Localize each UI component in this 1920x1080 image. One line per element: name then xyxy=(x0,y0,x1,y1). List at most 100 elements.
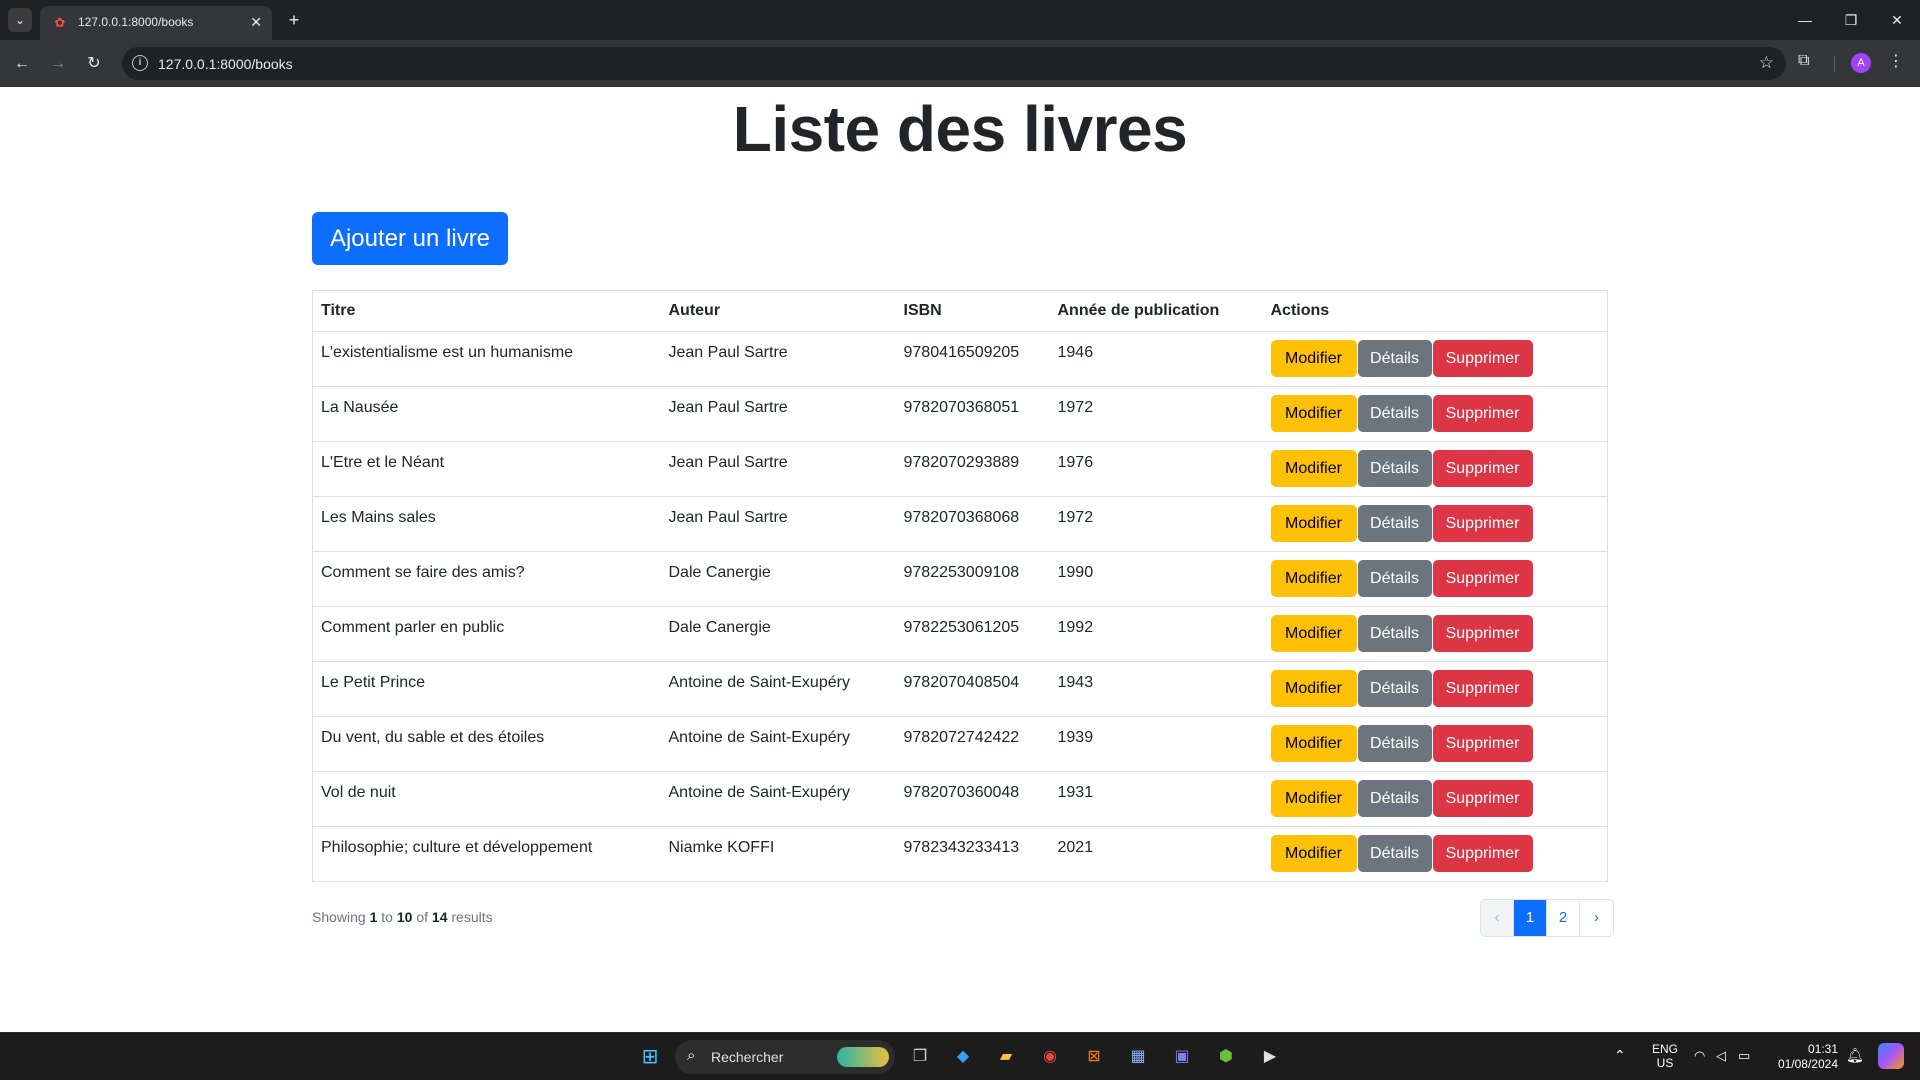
page-title: Liste des livres xyxy=(732,93,1188,165)
window-close-icon[interactable]: ✕ xyxy=(1882,8,1912,32)
tray-chevron-up-icon[interactable]: ⌃ xyxy=(1614,1047,1626,1064)
language-indicator[interactable]: ENG US xyxy=(1650,1042,1680,1070)
volume-icon[interactable]: ◁ xyxy=(1716,1048,1726,1064)
books-table: Titre Auteur ISBN Année de publication A… xyxy=(312,290,1608,882)
image-viewer-icon[interactable]: ▦ xyxy=(1124,1043,1152,1071)
wifi-icon[interactable]: ◠ xyxy=(1694,1048,1705,1064)
url-text[interactable]: 127.0.0.1:8000/books xyxy=(158,56,293,72)
table-header-row: Titre Auteur ISBN Année de publication A… xyxy=(312,290,1608,332)
results-label: results xyxy=(451,909,493,925)
pagination-page-2[interactable]: 2 xyxy=(1547,900,1580,936)
xampp-icon[interactable]: ⊠ xyxy=(1080,1043,1108,1071)
taskbar-search[interactable]: ⌕ Rechercher xyxy=(675,1040,895,1074)
bookmark-star-icon[interactable]: ☆ xyxy=(1759,53,1774,73)
terminal-icon[interactable]: ▣ xyxy=(1168,1043,1196,1071)
task-view-icon[interactable]: ❐ xyxy=(906,1043,934,1071)
tab-title: 127.0.0.1:8000/books xyxy=(78,15,194,29)
details-button[interactable]: Détails xyxy=(1357,780,1432,817)
book-isbn-cell: 9782070408504 xyxy=(895,661,1050,717)
delete-button[interactable]: Supprimer xyxy=(1432,395,1533,432)
vscode-icon[interactable]: ◆ xyxy=(949,1043,977,1071)
delete-button[interactable]: Supprimer xyxy=(1432,835,1533,872)
tab-close-icon[interactable]: ✕ xyxy=(250,13,262,31)
details-button[interactable]: Détails xyxy=(1357,615,1432,652)
edit-button[interactable]: Modifier xyxy=(1270,505,1357,542)
browser-tab[interactable]: ✿ 127.0.0.1:8000/books ✕ xyxy=(40,6,272,40)
pagination-page-1[interactable]: 1 xyxy=(1514,900,1547,936)
details-button[interactable]: Détails xyxy=(1357,450,1432,487)
edit-button[interactable]: Modifier xyxy=(1270,340,1357,377)
extensions-puzzle-icon[interactable]: ⧉ xyxy=(1798,52,1809,70)
search-icon: ⌕ xyxy=(687,1047,696,1064)
new-tab-plus-icon[interactable]: + xyxy=(282,8,306,32)
book-actions-cell: Modifier Détails Supprimer xyxy=(1262,551,1608,607)
notification-bell-icon[interactable]: 🔔︎ xyxy=(1846,1047,1864,1064)
edit-button[interactable]: Modifier xyxy=(1270,560,1357,597)
details-button[interactable]: Détails xyxy=(1357,835,1432,872)
edit-button[interactable]: Modifier xyxy=(1270,395,1357,432)
results-from: 1 xyxy=(369,909,378,925)
reload-icon[interactable]: ↻ xyxy=(82,52,106,76)
details-button[interactable]: Détails xyxy=(1357,505,1432,542)
add-book-button[interactable]: Ajouter un livre xyxy=(312,212,508,265)
details-button[interactable]: Détails xyxy=(1357,725,1432,762)
tab-search-chevron-icon[interactable]: ⌄ xyxy=(8,8,32,32)
edit-button[interactable]: Modifier xyxy=(1270,725,1357,762)
delete-button[interactable]: Supprimer xyxy=(1432,450,1533,487)
app-icon[interactable]: ⬢ xyxy=(1212,1043,1240,1071)
details-button[interactable]: Détails xyxy=(1357,670,1432,707)
back-arrow-icon[interactable]: ← xyxy=(10,52,34,76)
book-title-cell: Les Mains sales xyxy=(312,496,661,552)
pagination-next[interactable]: › xyxy=(1580,900,1613,936)
edit-button[interactable]: Modifier xyxy=(1270,450,1357,487)
book-actions-cell: Modifier Détails Supprimer xyxy=(1262,386,1608,442)
address-bar[interactable]: i 127.0.0.1:8000/books ☆ xyxy=(122,47,1786,80)
book-year-cell: 1946 xyxy=(1049,331,1263,387)
edit-button[interactable]: Modifier xyxy=(1270,835,1357,872)
pagination-prev[interactable]: ‹ xyxy=(1481,900,1514,936)
edit-button[interactable]: Modifier xyxy=(1270,670,1357,707)
table-row: L'Etre et le Néant Jean Paul Sartre 978207… xyxy=(312,441,1608,497)
book-title-cell: Le Petit Prince xyxy=(312,661,661,717)
delete-button[interactable]: Supprimer xyxy=(1432,560,1533,597)
delete-button[interactable]: Supprimer xyxy=(1432,340,1533,377)
book-author-cell: Antoine de Saint-Exupéry xyxy=(660,771,896,827)
edit-button[interactable]: Modifier xyxy=(1270,615,1357,652)
pagination: ‹ 1 2 › xyxy=(1480,899,1614,937)
book-actions-cell: Modifier Détails Supprimer xyxy=(1262,716,1608,772)
details-button[interactable]: Détails xyxy=(1357,560,1432,597)
forward-arrow-icon[interactable]: → xyxy=(46,52,70,76)
search-highlight-image xyxy=(837,1047,889,1067)
details-button[interactable]: Détails xyxy=(1357,395,1432,432)
book-actions-cell: Modifier Détails Supprimer xyxy=(1262,331,1608,387)
book-isbn-cell: 9782070368068 xyxy=(895,496,1050,552)
book-year-cell: 1972 xyxy=(1049,386,1263,442)
clock[interactable]: 01:31 01/08/2024 xyxy=(1768,1042,1838,1072)
profile-avatar[interactable]: A xyxy=(1851,53,1871,73)
edit-button[interactable]: Modifier xyxy=(1270,780,1357,817)
site-info-icon[interactable]: i xyxy=(132,55,148,71)
book-isbn-cell: 9782070293889 xyxy=(895,441,1050,497)
book-actions-cell: Modifier Détails Supprimer xyxy=(1262,771,1608,827)
media-player-icon[interactable]: ▶ xyxy=(1256,1043,1284,1071)
delete-button[interactable]: Supprimer xyxy=(1432,615,1533,652)
copilot-icon[interactable] xyxy=(1878,1043,1904,1069)
windows-start-icon[interactable]: ⊞ xyxy=(636,1043,664,1071)
page-content: Liste des livres Ajouter un livre Titre … xyxy=(0,87,1920,1032)
toolbar-divider xyxy=(1834,56,1835,72)
delete-button[interactable]: Supprimer xyxy=(1432,725,1533,762)
delete-button[interactable]: Supprimer xyxy=(1432,505,1533,542)
delete-button[interactable]: Supprimer xyxy=(1432,780,1533,817)
menu-kebab-icon[interactable]: ⋮ xyxy=(1888,51,1904,71)
book-year-cell: 1943 xyxy=(1049,661,1263,717)
chrome-icon[interactable]: ◉ xyxy=(1036,1043,1064,1071)
clock-time: 01:31 xyxy=(1807,1042,1838,1056)
delete-button[interactable]: Supprimer xyxy=(1432,670,1533,707)
details-button[interactable]: Détails xyxy=(1357,340,1432,377)
battery-icon[interactable]: ▭ xyxy=(1738,1048,1750,1064)
minimize-icon[interactable]: — xyxy=(1790,8,1820,32)
file-explorer-icon[interactable]: ▰ xyxy=(992,1043,1020,1071)
results-of-label: of xyxy=(416,909,429,925)
book-author-cell: Antoine de Saint-Exupéry xyxy=(660,716,896,772)
restore-icon[interactable]: ❐ xyxy=(1836,8,1866,32)
